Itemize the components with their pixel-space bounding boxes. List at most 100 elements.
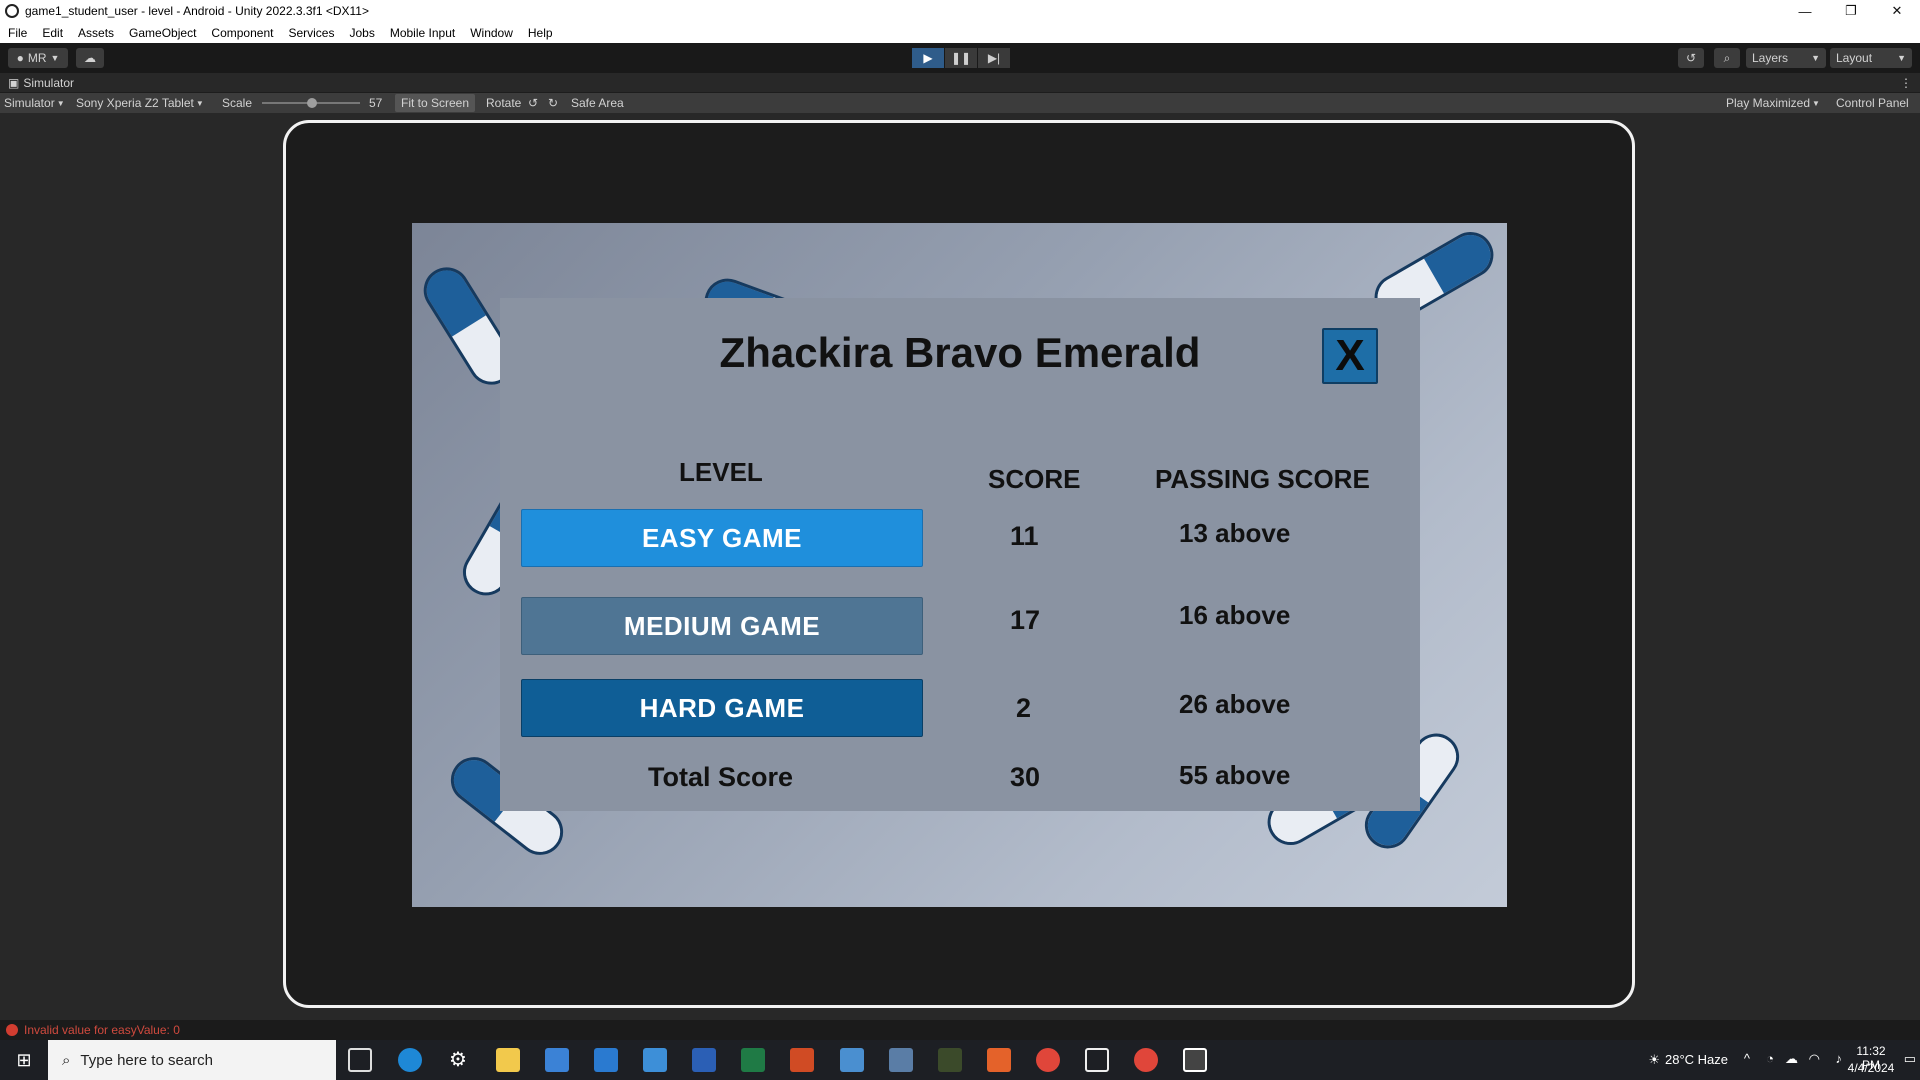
menu-window[interactable]: Window: [462, 26, 520, 40]
menu-edit[interactable]: Edit: [34, 26, 70, 40]
search-placeholder: Type here to search: [80, 1051, 213, 1069]
step-button[interactable]: ▶|: [978, 48, 1010, 68]
weather-text[interactable]: 28°C Haze: [1665, 1052, 1728, 1067]
clock-date[interactable]: 4/4/2024: [1846, 1061, 1896, 1075]
menu-help[interactable]: Help: [520, 26, 560, 40]
simulator-icon: ▣: [8, 75, 20, 90]
chrome-icon[interactable]: [1134, 1048, 1158, 1072]
taskbar-search[interactable]: ⌕ Type here to search: [48, 1040, 336, 1080]
scale-slider-handle[interactable]: [307, 98, 317, 108]
task-view-icon[interactable]: [348, 1048, 372, 1072]
control-panel-button[interactable]: Control Panel: [1836, 93, 1909, 113]
safe-area-toggle[interactable]: Safe Area: [571, 93, 624, 113]
cloud-button[interactable]: ☁: [76, 48, 104, 68]
play-mode-dropdown[interactable]: Play Maximized ▼: [1726, 93, 1820, 113]
menu-component[interactable]: Component: [203, 26, 280, 40]
menu-assets[interactable]: Assets: [70, 26, 121, 40]
chevron-down-icon: ▼: [56, 98, 65, 108]
search-icon: ⌕: [62, 1051, 71, 1069]
fit-to-screen-button[interactable]: Fit to Screen: [395, 94, 476, 112]
menu-file[interactable]: File: [0, 26, 34, 40]
windows-start-icon[interactable]: ⊞: [12, 1048, 36, 1072]
chrome-icon[interactable]: [1036, 1048, 1060, 1072]
simulator-tab[interactable]: ▣ Simulator ⋮: [0, 73, 1920, 93]
menu-services[interactable]: Services: [280, 26, 341, 40]
app-icon[interactable]: [643, 1048, 667, 1072]
menu-gameobject[interactable]: GameObject: [121, 26, 203, 40]
cloud-icon: ☁: [84, 51, 96, 65]
chevron-up-icon[interactable]: ^: [1744, 1051, 1750, 1066]
chevron-down-icon: ▼: [1811, 53, 1820, 63]
easy-passing-score: 13 above: [1179, 518, 1291, 548]
menu-jobs[interactable]: Jobs: [341, 26, 381, 40]
undo-history-button[interactable]: ↺: [1678, 48, 1704, 68]
edge-browser-icon[interactable]: [398, 1048, 422, 1072]
windows-taskbar: ⊞ ⌕ Type here to search ⚙ ☀ 28°C Haze ^ …: [0, 1040, 1920, 1080]
notification-icon[interactable]: ▭: [1904, 1051, 1916, 1067]
play-button[interactable]: ▶: [912, 48, 944, 68]
console-error-message: Invalid value for easyValue: 0: [24, 1023, 180, 1037]
minimize-button[interactable]: —: [1782, 0, 1828, 22]
layers-dropdown[interactable]: Layers ▼: [1746, 48, 1826, 68]
easy-game-button[interactable]: EASY GAME: [521, 509, 923, 567]
app-icon[interactable]: [840, 1048, 864, 1072]
scale-value: 57: [369, 96, 383, 110]
unity-editor-icon[interactable]: [1183, 1048, 1207, 1072]
mail-icon[interactable]: [594, 1048, 618, 1072]
rotate-left-icon[interactable]: ↺: [528, 93, 538, 113]
device-dropdown[interactable]: Sony Xperia Z2 Tablet ▼: [76, 93, 204, 113]
xampp-icon[interactable]: [987, 1048, 1011, 1072]
file-explorer-icon[interactable]: [496, 1048, 520, 1072]
maximize-button[interactable]: ❐: [1828, 0, 1874, 22]
network-icon[interactable]: ◔: [1766, 1051, 1774, 1066]
powerpoint-icon[interactable]: [790, 1048, 814, 1072]
window-title: game1_student_user - level - Android - U…: [25, 4, 369, 18]
chevron-down-icon: ▼: [1897, 53, 1906, 63]
passing-score-header: PASSING SCORE: [1155, 464, 1370, 494]
total-score: 30: [1010, 762, 1041, 792]
window-title-bar: game1_student_user - level - Android - U…: [0, 0, 1920, 22]
search-button[interactable]: ⌕: [1714, 48, 1740, 68]
excel-icon[interactable]: [741, 1048, 765, 1072]
account-button[interactable]: ● MR ▼: [8, 48, 68, 68]
close-window-button[interactable]: ✕: [1874, 0, 1920, 22]
scale-label: Scale: [222, 96, 253, 110]
menu-mobile-input[interactable]: Mobile Input: [382, 26, 462, 40]
hard-score: 2: [1016, 693, 1032, 723]
wifi-icon[interactable]: ◠: [1809, 1051, 1820, 1067]
rotate-label: Rotate: [486, 96, 522, 110]
device-label: Sony Xperia Z2 Tablet: [76, 96, 194, 110]
calculator-icon[interactable]: [889, 1048, 913, 1072]
history-icon: ↺: [1685, 51, 1697, 65]
store-icon[interactable]: [545, 1048, 569, 1072]
volume-icon[interactable]: ♪: [1836, 1051, 1843, 1066]
hard-passing-score: 26 above: [1179, 689, 1291, 719]
minecraft-icon[interactable]: [938, 1048, 962, 1072]
total-score-label: Total Score: [648, 762, 794, 792]
simulator-tab-label: Simulator: [23, 75, 75, 90]
easy-score: 11: [1010, 521, 1039, 551]
rotate-right-icon[interactable]: ↻: [548, 93, 558, 113]
medium-game-button[interactable]: MEDIUM GAME: [521, 597, 923, 655]
more-options-icon[interactable]: ⋮: [1900, 76, 1912, 90]
search-icon: ⌕: [1723, 50, 1731, 65]
account-icon: ●: [16, 51, 24, 65]
layout-label: Layout: [1836, 51, 1873, 65]
close-button[interactable]: X: [1322, 328, 1378, 384]
unity-hub-icon[interactable]: [1085, 1048, 1109, 1072]
chevron-down-icon: ▼: [50, 53, 60, 63]
simulator-mode-dropdown[interactable]: Simulator ▼: [4, 93, 65, 113]
simulator-toolbar: Simulator ▼ Sony Xperia Z2 Tablet ▼ Scal…: [0, 93, 1920, 113]
layout-dropdown[interactable]: Layout ▼: [1830, 48, 1912, 68]
play-mode-label: Play Maximized: [1726, 96, 1811, 110]
settings-gear-icon[interactable]: ⚙: [446, 1048, 470, 1072]
console-status-bar[interactable]: Invalid value for easyValue: 0: [0, 1020, 1920, 1040]
hard-game-button[interactable]: HARD GAME: [521, 679, 923, 737]
onedrive-icon[interactable]: ☁: [1785, 1051, 1798, 1067]
total-passing-score: 55 above: [1179, 760, 1291, 790]
simulator-mode-label: Simulator: [4, 96, 55, 110]
pause-button[interactable]: ❚❚: [945, 48, 977, 68]
weather-icon: ☀: [1648, 1052, 1660, 1067]
level-score-panel: Zhackira Bravo Emerald X LEVEL SCORE PAS…: [500, 298, 1420, 811]
word-icon[interactable]: [692, 1048, 716, 1072]
